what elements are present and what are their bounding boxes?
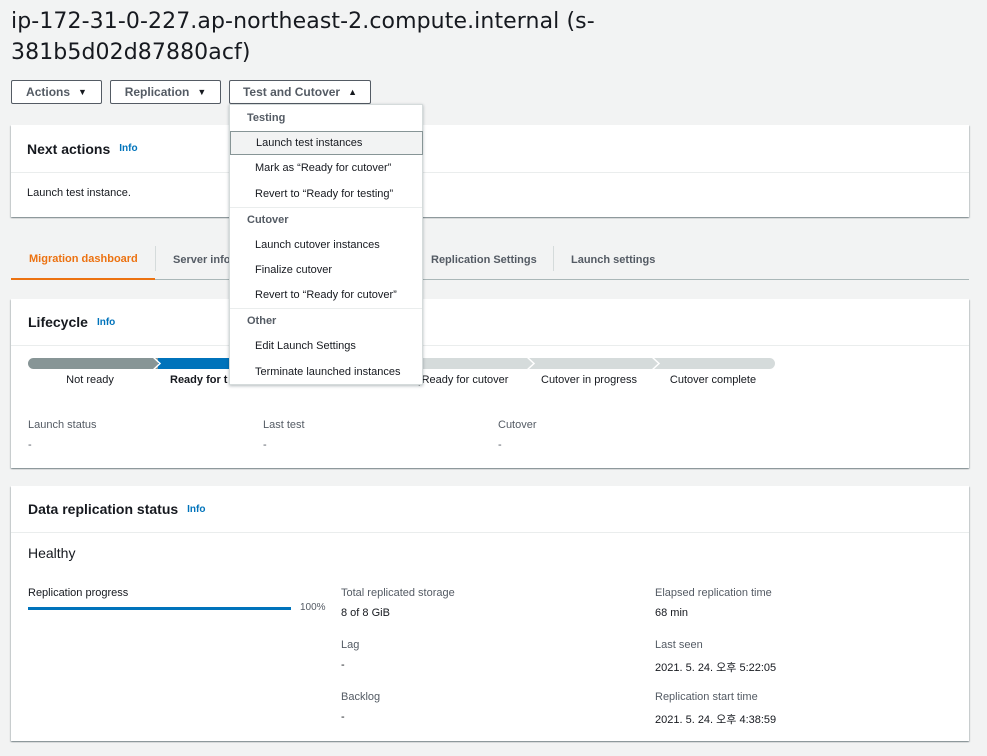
last-seen-value: 2021. 5. 24. 오후 5:22:05: [655, 662, 777, 674]
next-actions-header: Next actions Info: [11, 125, 969, 173]
lifecycle-title: Lifecycle: [28, 314, 88, 330]
data-replication-panel: Data replication status Info: [11, 486, 969, 741]
menu-group-cutover: Cutover: [247, 214, 289, 226]
menu-item-launch-test-instances[interactable]: Launch test instances: [230, 131, 423, 155]
lifecycle-info-link[interactable]: Info: [97, 317, 115, 328]
replication-progress-track: [28, 607, 291, 610]
total-storage-value: 8 of 8 GiB: [341, 607, 390, 619]
replication-start-label: Replication start time: [655, 691, 758, 703]
data-replication-title: Data replication status: [28, 501, 179, 517]
replication-button[interactable]: Replication ▼: [110, 80, 221, 104]
actions-button[interactable]: Actions ▼: [11, 80, 102, 104]
stage-cutover-complete-segment: [655, 358, 775, 369]
backlog-label: Backlog: [341, 691, 381, 703]
stage-ready-for-cutover-segment: [423, 358, 530, 369]
caret-down-icon: ▼: [197, 87, 207, 97]
menu-group-testing: Testing: [247, 112, 286, 124]
replication-health-status: Healthy: [28, 545, 76, 561]
stage-ready-for-testing-segment: [158, 358, 229, 369]
stage-cutover-complete-label: Cutover complete: [669, 374, 757, 386]
replication-start-value: 2021. 5. 24. 오후 4:38:59: [655, 714, 777, 726]
menu-item-mark-ready-for-cutover[interactable]: Mark as “Ready for cutover”: [230, 156, 422, 180]
launch-status-label: Launch status: [28, 419, 97, 431]
caret-up-icon: ▲: [348, 87, 358, 97]
stage-cutover-in-progress-label: Cutover in progress: [541, 374, 637, 386]
stage-ready-for-cutover-label: Ready for cutover: [421, 374, 509, 386]
replication-button-label: Replication: [124, 85, 190, 99]
next-actions-text: Launch test instance.: [27, 187, 131, 199]
next-actions-title: Next actions: [27, 140, 111, 157]
next-actions-panel: Next actions Info Launch test instance.: [11, 125, 969, 217]
cutover-value: -: [498, 439, 502, 451]
menu-item-finalize-cutover[interactable]: Finalize cutover: [230, 258, 422, 282]
replication-progress-value: 100%: [300, 602, 326, 613]
menu-item-revert-to-ready-for-testing[interactable]: Revert to “Ready for testing”: [230, 182, 422, 206]
next-actions-info-link[interactable]: Info: [119, 143, 137, 154]
data-replication-info-link[interactable]: Info: [187, 504, 205, 515]
page-title: ip-172-31-0-227.ap-northeast-2.compute.i…: [11, 9, 595, 65]
lag-value: -: [341, 659, 345, 671]
tab-launch-settings[interactable]: Launch settings: [554, 240, 672, 279]
cutover-label: Cutover: [498, 419, 537, 431]
menu-item-terminate-launched-instances[interactable]: Terminate launched instances: [230, 360, 422, 384]
menu-item-revert-to-ready-for-cutover[interactable]: Revert to “Ready for cutover”: [230, 283, 422, 307]
replication-progress-fill: [28, 607, 291, 610]
data-replication-header: Data replication status Info: [11, 486, 969, 533]
elapsed-time-label: Elapsed replication time: [655, 587, 772, 599]
menu-divider: [230, 207, 422, 208]
test-and-cutover-button[interactable]: Test and Cutover ▲: [229, 80, 371, 104]
last-test-value: -: [263, 439, 267, 451]
replication-progress-label: Replication progress: [28, 587, 129, 599]
backlog-value: -: [341, 711, 345, 723]
tab-replication-settings[interactable]: Replication Settings: [414, 240, 554, 279]
tab-migration-dashboard[interactable]: Migration dashboard: [11, 240, 155, 280]
chevron-right-icon: [651, 356, 661, 371]
actions-button-label: Actions: [26, 85, 71, 99]
lifecycle-header: Lifecycle Info: [11, 299, 969, 346]
last-seen-label: Last seen: [655, 639, 703, 651]
tab-bar: Migration dashboard Server info Replicat…: [11, 240, 969, 280]
stage-not-ready-segment: [28, 358, 158, 369]
total-storage-label: Total replicated storage: [341, 587, 455, 599]
stage-ready-for-testing-label: Ready for t: [170, 374, 228, 386]
elapsed-time-value: 68 min: [655, 607, 689, 619]
chevron-right-icon: [526, 356, 536, 371]
caret-down-icon: ▼: [78, 87, 87, 97]
test-and-cutover-menu: Testing Launch test instances Mark as “R…: [229, 104, 423, 385]
chevron-right-icon: [152, 356, 162, 371]
menu-group-other: Other: [247, 315, 277, 327]
menu-item-edit-launch-settings[interactable]: Edit Launch Settings: [230, 334, 422, 358]
stage-cutover-in-progress-segment: [530, 358, 655, 369]
last-test-label: Last test: [263, 419, 305, 431]
launch-status-value: -: [28, 439, 32, 451]
test-and-cutover-button-label: Test and Cutover: [242, 85, 341, 99]
stage-not-ready-label: Not ready: [66, 374, 114, 386]
menu-divider: [230, 308, 422, 309]
lag-label: Lag: [341, 639, 360, 651]
menu-item-launch-cutover-instances[interactable]: Launch cutover instances: [230, 233, 422, 257]
